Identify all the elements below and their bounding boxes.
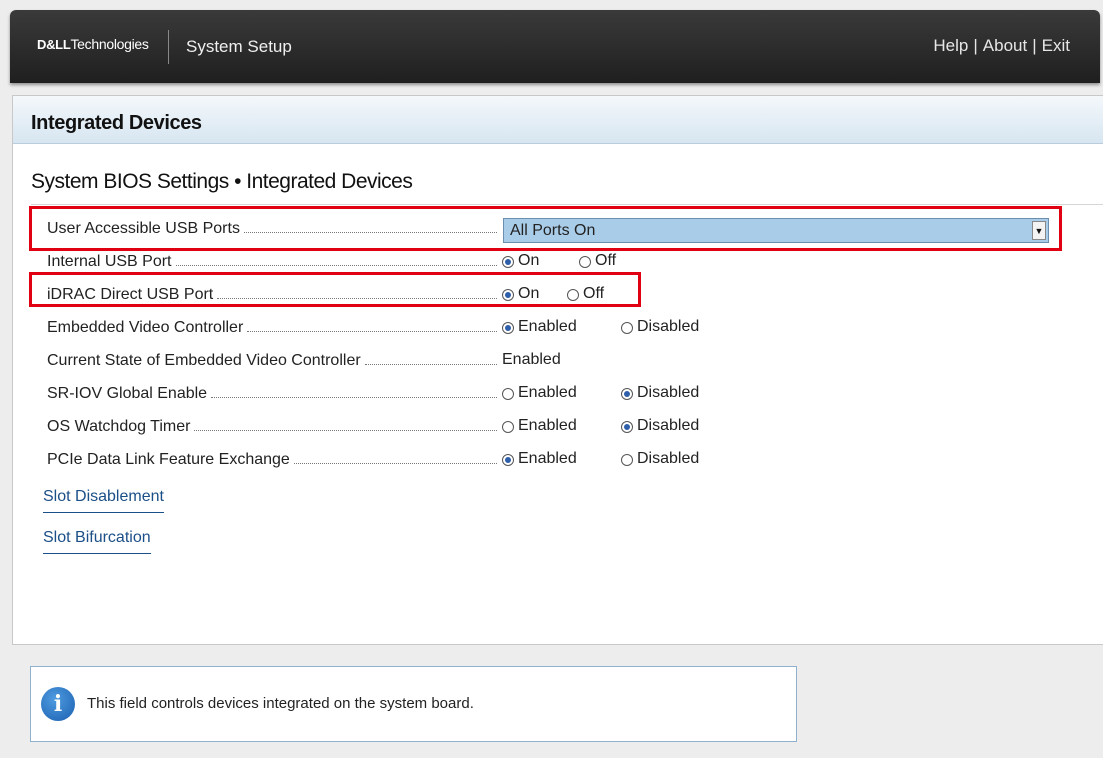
setting-row-current-video-state: Current State of Embedded Video Controll… [47, 351, 1087, 375]
internal-usb-off-radio[interactable]: Off [579, 252, 616, 270]
setting-label: Current State of Embedded Video Controll… [47, 351, 497, 371]
section-title: System BIOS Settings • Integrated Device… [31, 170, 413, 193]
setting-label-text: SR-IOV Global Enable [47, 385, 208, 402]
setting-row-os-watchdog-timer: OS Watchdog Timer Enabled Disabled [47, 417, 1087, 441]
sriov-enabled-radio[interactable]: Enabled [502, 384, 577, 402]
radio-unselected-icon[interactable] [502, 421, 514, 433]
radio-selected-icon[interactable] [502, 256, 514, 268]
radio-label: Disabled [637, 450, 700, 467]
setting-label-text: iDRAC Direct USB Port [47, 286, 214, 303]
exit-link[interactable]: Exit [1042, 36, 1070, 55]
dotted-leader [364, 351, 497, 365]
radio-unselected-icon[interactable] [579, 256, 591, 268]
radio-label: Enabled [518, 450, 577, 467]
radio-unselected-icon[interactable] [502, 388, 514, 400]
dotted-leader [211, 384, 497, 398]
radio-label: Disabled [637, 318, 700, 335]
setting-label: SR-IOV Global Enable [47, 384, 497, 404]
watchdog-disabled-radio[interactable]: Disabled [621, 417, 699, 435]
radio-label: On [518, 252, 540, 269]
dell-technologies-logo: D&LLTechnologies [37, 36, 149, 52]
info-icon: i [41, 687, 75, 721]
setting-label: PCIe Data Link Feature Exchange [47, 450, 497, 470]
radio-selected-icon[interactable] [621, 421, 633, 433]
brand-divider [168, 30, 169, 64]
link-separator: | [973, 36, 978, 55]
radio-selected-icon[interactable] [502, 454, 514, 466]
dotted-leader [247, 318, 497, 332]
setting-row-sr-iov-global-enable: SR-IOV Global Enable Enabled Disabled [47, 384, 1087, 408]
setting-row-internal-usb-port: Internal USB Port On Off [47, 252, 1087, 276]
radio-label: Off [583, 285, 605, 302]
setting-label: Internal USB Port [47, 252, 497, 272]
slot-bifurcation-link[interactable]: Slot Bifurcation [43, 529, 151, 554]
setting-label-text: User Accessible USB Ports [47, 220, 240, 237]
logo-text: Technologies [70, 36, 149, 52]
dell-logo-mark: D&LL [37, 37, 71, 52]
setting-label: Embedded Video Controller [47, 318, 497, 338]
main-panel: Integrated Devices System BIOS Settings … [12, 95, 1103, 645]
radio-unselected-icon[interactable] [621, 322, 633, 334]
section-divider [31, 204, 1103, 205]
top-links: Help | About | Exit [933, 36, 1070, 56]
setting-row-user-accessible-usb-ports: User Accessible USB Ports All Ports On ▼ [47, 218, 1087, 243]
radio-label: Enabled [518, 318, 577, 335]
link-separator: | [1032, 36, 1037, 55]
slot-disablement-link[interactable]: Slot Disablement [43, 488, 164, 513]
setting-label: iDRAC Direct USB Port [47, 285, 497, 305]
idrac-usb-on-radio[interactable]: On [502, 285, 539, 303]
chevron-down-icon[interactable]: ▼ [1032, 221, 1046, 240]
current-state-value: Enabled [502, 351, 561, 368]
video-disabled-radio[interactable]: Disabled [621, 318, 699, 336]
setting-label: OS Watchdog Timer [47, 417, 497, 437]
dotted-leader [293, 450, 497, 464]
radio-selected-icon[interactable] [502, 289, 514, 301]
radio-label: Off [595, 252, 617, 269]
app-title: System Setup [186, 37, 292, 56]
radio-label: Disabled [637, 384, 700, 401]
setting-label-text: OS Watchdog Timer [47, 418, 191, 435]
idrac-usb-off-radio[interactable]: Off [567, 285, 604, 303]
radio-unselected-icon[interactable] [621, 454, 633, 466]
top-bar: D&LLTechnologies System Setup Help | About… [10, 10, 1100, 83]
radio-label: Enabled [518, 417, 577, 434]
sriov-disabled-radio[interactable]: Disabled [621, 384, 699, 402]
setting-label-text: Embedded Video Controller [47, 319, 244, 336]
dotted-leader [175, 252, 497, 266]
radio-unselected-icon[interactable] [567, 289, 579, 301]
watchdog-enabled-radio[interactable]: Enabled [502, 417, 577, 435]
dotted-leader [217, 285, 497, 299]
help-info-box: i This field controls devices integrated… [30, 666, 797, 742]
setting-label: User Accessible USB Ports [47, 219, 497, 239]
setting-label-text: Current State of Embedded Video Controll… [47, 352, 361, 369]
video-enabled-radio[interactable]: Enabled [502, 318, 577, 336]
setting-row-idrac-direct-usb-port: iDRAC Direct USB Port On Off [47, 285, 1087, 309]
radio-label: Enabled [518, 384, 577, 401]
usb-ports-dropdown[interactable]: All Ports On ▼ [503, 218, 1049, 243]
page-title: Integrated Devices [13, 96, 1103, 144]
pcie-disabled-radio[interactable]: Disabled [621, 450, 699, 468]
radio-label: On [518, 285, 540, 302]
radio-selected-icon[interactable] [502, 322, 514, 334]
setting-label-text: Internal USB Port [47, 253, 172, 270]
help-link[interactable]: Help [933, 36, 968, 55]
radio-label: Disabled [637, 417, 700, 434]
setting-label-text: PCIe Data Link Feature Exchange [47, 451, 290, 468]
help-text: This field controls devices integrated o… [87, 695, 474, 712]
setting-row-embedded-video-controller: Embedded Video Controller Enabled Disabl… [47, 318, 1087, 342]
about-link[interactable]: About [983, 36, 1027, 55]
dotted-leader [194, 417, 497, 431]
radio-selected-icon[interactable] [621, 388, 633, 400]
pcie-enabled-radio[interactable]: Enabled [502, 450, 577, 468]
dotted-leader [243, 219, 497, 233]
internal-usb-on-radio[interactable]: On [502, 252, 539, 270]
dropdown-value: All Ports On [510, 222, 596, 239]
setting-row-pcie-data-link-feature-exchange: PCIe Data Link Feature Exchange Enabled … [47, 450, 1087, 474]
